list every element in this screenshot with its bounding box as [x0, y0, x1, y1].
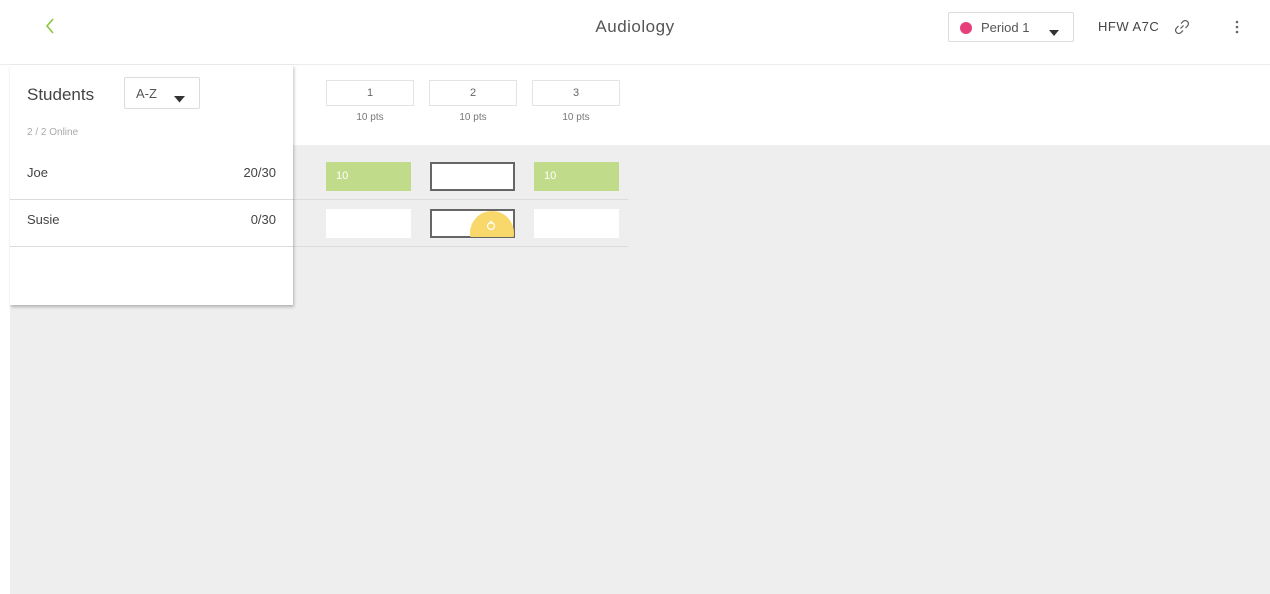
sort-label: A-Z	[136, 86, 157, 101]
caret-down-icon	[1049, 24, 1059, 42]
question-points-1: 10 pts	[356, 112, 384, 123]
question-header-3[interactable]: 3	[532, 80, 620, 106]
caret-down-icon	[174, 90, 185, 108]
students-panel: Students A-Z 2 / 2 Online Joe 20/30 Susi…	[10, 65, 293, 305]
score-cell[interactable]	[534, 209, 619, 238]
hand-pointer-icon	[485, 218, 497, 231]
more-vertical-icon[interactable]	[1232, 17, 1242, 37]
period-color-dot	[960, 22, 972, 34]
student-name: Susie	[27, 212, 60, 227]
question-header-2[interactable]: 2	[429, 80, 517, 106]
page-title: Audiology	[595, 17, 675, 36]
student-row[interactable]: Susie 0/30	[10, 200, 293, 247]
student-score: 0/30	[250, 212, 276, 227]
period-dropdown[interactable]: Period 1	[948, 12, 1074, 42]
sort-dropdown[interactable]: A-Z	[124, 77, 200, 109]
class-code: HFW A7C	[1098, 19, 1160, 34]
period-label: Period 1	[981, 20, 1030, 35]
question-points-3: 10 pts	[562, 112, 590, 123]
question-header-1[interactable]: 1	[326, 80, 414, 106]
question-points-2: 10 pts	[459, 112, 487, 123]
score-cell[interactable]: 10	[534, 162, 619, 191]
online-count: 2 / 2 Online	[27, 127, 79, 138]
link-icon[interactable]	[1174, 19, 1190, 35]
student-name: Joe	[27, 165, 48, 180]
score-cell[interactable]	[430, 162, 515, 191]
score-cell[interactable]	[326, 209, 411, 238]
student-row[interactable]: Joe 20/30	[10, 153, 293, 200]
students-heading: Students	[27, 85, 95, 104]
cursor-highlight	[470, 211, 514, 237]
score-cell[interactable]: 10	[326, 162, 411, 191]
student-score: 20/30	[243, 165, 276, 180]
top-bar: Audiology Period 1 HFW A7C	[0, 0, 1270, 65]
